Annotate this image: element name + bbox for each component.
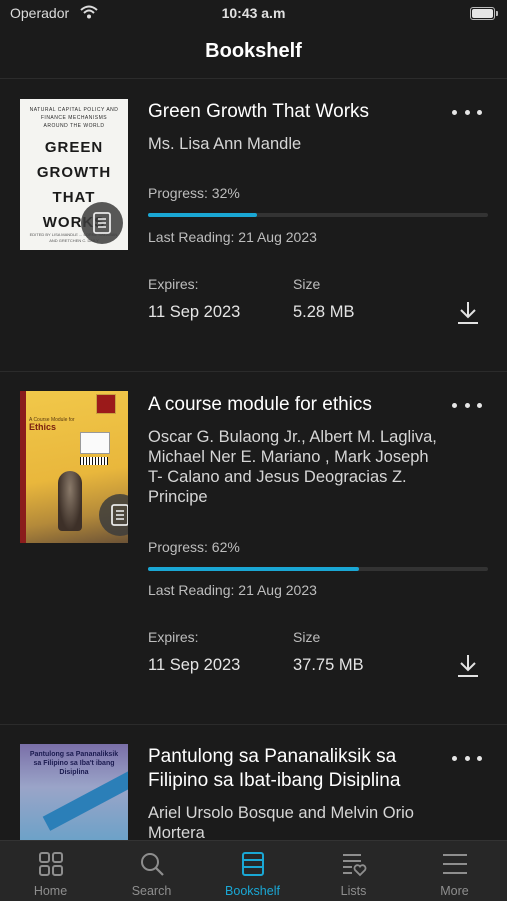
tab-label: Search <box>131 884 172 898</box>
tab-more[interactable]: More <box>404 841 505 901</box>
book-cover[interactable]: Pantulong sa Pananaliksik sa Filipino sa… <box>20 744 128 840</box>
list-heart-icon <box>342 854 366 877</box>
search-icon <box>140 853 164 876</box>
book-item[interactable]: Pantulong sa Pananaliksik sa Filipino sa… <box>0 0 507 840</box>
tab-label: Home <box>33 884 68 898</box>
tab-search[interactable]: Search <box>101 841 202 901</box>
tab-label: Lists <box>340 884 367 898</box>
tab-label: Bookshelf <box>225 884 280 898</box>
more-options-button[interactable] <box>452 748 482 768</box>
cover-title: Pantulong sa Pananaliksik sa Filipino sa… <box>29 751 119 776</box>
book-title[interactable]: Pantulong sa Pananaliksik sa Filipino sa… <box>148 745 448 793</box>
hamburger-icon <box>442 854 467 874</box>
tab-label: More <box>440 884 469 898</box>
bookshelf-icon <box>241 852 264 876</box>
tab-bookshelf[interactable]: Bookshelf <box>202 841 303 901</box>
tab-home[interactable]: Home <box>0 841 101 901</box>
grid-icon <box>38 852 63 876</box>
book-author: Ariel Ursolo Bosque and Melvin Orio Mort… <box>148 804 414 840</box>
tab-bar: Home Search Bookshelf Lists More <box>0 840 507 901</box>
tab-lists[interactable]: Lists <box>303 841 404 901</box>
